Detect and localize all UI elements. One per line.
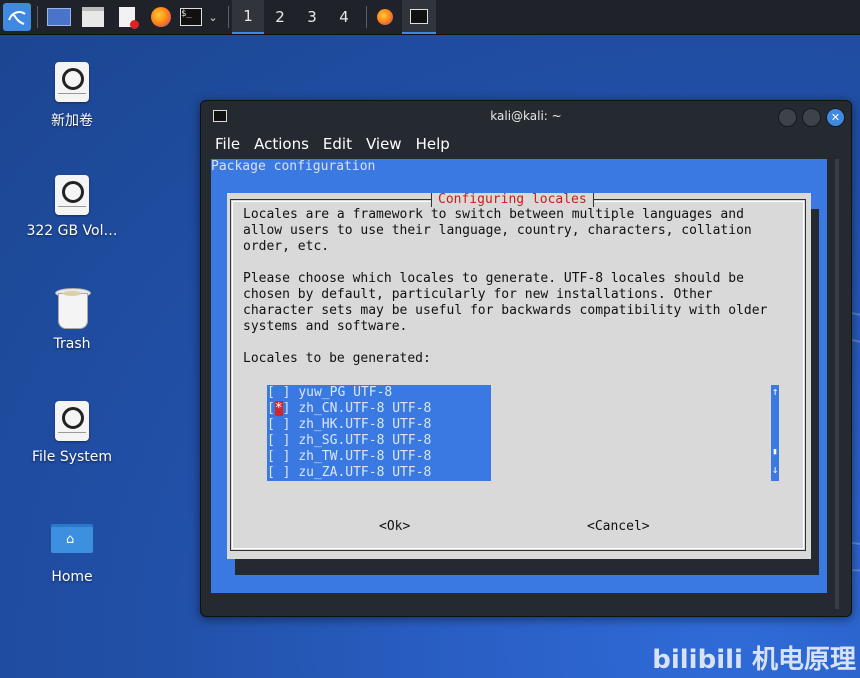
instruction-line: systems and software. xyxy=(243,319,408,334)
description-line: Locales are a framework to switch betwee… xyxy=(243,207,744,222)
desktop-item-label: 新加卷 xyxy=(51,113,93,129)
description-line: order, etc. xyxy=(243,239,330,254)
maximize-button[interactable] xyxy=(802,108,821,127)
locale-item[interactable]: [ ] zh_TW.UTF-8 UTF-8 xyxy=(267,449,491,465)
locale-name: yuw_PG UTF-8 xyxy=(298,385,393,400)
home-folder-icon: ⌂ xyxy=(51,524,93,553)
terminal-window: kali@kali: ~ ✕ File Actions Edit View He… xyxy=(200,100,852,617)
locale-list: [ ] yuw_PG UTF-8 [*] zh_CN.UTF-8 UTF-8 [… xyxy=(267,385,491,481)
chevron-down-icon[interactable]: ⌄ xyxy=(205,3,221,31)
text-editor-icon[interactable] xyxy=(113,3,141,31)
desktop-item-label: Home xyxy=(51,569,93,585)
menu-file[interactable]: File xyxy=(215,135,240,155)
instruction-line: chosen by default, particularly for new … xyxy=(243,287,713,302)
package-configuration-title: Package configuration xyxy=(211,159,376,174)
locale-item[interactable]: [ ] zh_SG.UTF-8 UTF-8 xyxy=(267,433,491,449)
watermark: bilibili 机电原理 xyxy=(652,645,856,675)
scroll-thumb[interactable]: ▮ xyxy=(771,447,779,457)
workspace-3[interactable]: 3 xyxy=(296,0,328,34)
close-button[interactable]: ✕ xyxy=(826,108,845,127)
locale-name: zh_TW.UTF-8 UTF-8 xyxy=(298,449,432,464)
list-scrollbar[interactable]: ↑ ▮ ↓ xyxy=(771,385,779,481)
dialog-title: Configuring locales xyxy=(431,193,594,207)
desktop-item-file-system[interactable]: File System xyxy=(17,401,127,465)
configuring-locales-dialog: Configuring locales Locales are a framew… xyxy=(227,193,811,559)
desktop-item-new-volume[interactable]: 新加卷 xyxy=(17,62,127,130)
checked-mark: * xyxy=(274,401,283,416)
firefox-task-icon[interactable] xyxy=(371,3,399,31)
terminal-scrollbar[interactable] xyxy=(835,159,839,609)
locale-item-selected[interactable]: [*] zh_CN.UTF-8 UTF-8 xyxy=(267,401,491,417)
desktop-item-label: 322 GB Vol… xyxy=(26,223,118,239)
taskbar: $_ ⌄ 1 2 3 4 xyxy=(0,0,860,35)
menu-view[interactable]: View xyxy=(366,135,402,155)
desktop-icon[interactable] xyxy=(45,3,73,31)
cancel-button[interactable]: <Cancel> xyxy=(587,519,650,534)
scroll-up-arrow-icon[interactable]: ↑ xyxy=(771,385,779,398)
scroll-down-arrow-icon[interactable]: ↓ xyxy=(771,463,779,476)
locale-item[interactable]: [ ] zh_HK.UTF-8 UTF-8 xyxy=(267,417,491,433)
locale-name: zh_SG.UTF-8 UTF-8 xyxy=(298,433,432,448)
window-title: kali@kali: ~ xyxy=(490,109,562,123)
minimize-button[interactable] xyxy=(778,108,797,127)
desktop-item-label: File System xyxy=(31,449,113,465)
desktop-item-label: Trash xyxy=(53,336,91,352)
menu-actions[interactable]: Actions xyxy=(254,135,309,155)
locale-name: zh_HK.UTF-8 UTF-8 xyxy=(298,417,432,432)
locale-item[interactable]: [ ] zu_ZA.UTF-8 UTF-8 xyxy=(267,465,491,481)
files-icon[interactable] xyxy=(79,3,107,31)
desktop-item-322gb-volume[interactable]: 322 GB Vol… xyxy=(17,175,127,239)
terminal-task-icon[interactable] xyxy=(402,0,436,34)
workspace-4[interactable]: 4 xyxy=(328,0,360,34)
drive-icon xyxy=(55,62,89,102)
locale-name: zu_ZA.UTF-8 UTF-8 xyxy=(298,465,432,480)
firefox-icon[interactable] xyxy=(147,3,175,31)
menu-bar: File Actions Edit View Help xyxy=(215,135,450,155)
trash-icon xyxy=(55,288,91,329)
desktop-item-trash[interactable]: Trash xyxy=(17,288,127,352)
whiptail-background: Package configuration Configuring locale… xyxy=(211,159,827,593)
list-label: Locales to be generated: xyxy=(243,351,431,366)
title-bar[interactable]: kali@kali: ~ ✕ xyxy=(201,101,851,131)
terminal-icon[interactable]: $_ xyxy=(178,3,204,31)
description-line: allow users to use their language, count… xyxy=(243,223,752,238)
locale-item[interactable]: [ ] yuw_PG UTF-8 xyxy=(267,385,491,401)
ok-button[interactable]: <Ok> xyxy=(379,519,410,534)
instruction-line: Please choose which locales to generate.… xyxy=(243,271,744,286)
workspace-1[interactable]: 1 xyxy=(232,0,264,34)
desktop-item-home[interactable]: ⌂ Home xyxy=(17,524,127,585)
drive-icon xyxy=(55,175,89,215)
menu-help[interactable]: Help xyxy=(416,135,450,155)
drive-icon xyxy=(55,401,89,441)
workspace-2[interactable]: 2 xyxy=(264,0,296,34)
terminal-area[interactable]: Package configuration Configuring locale… xyxy=(211,159,827,593)
locale-name: zh_CN.UTF-8 UTF-8 xyxy=(298,401,432,416)
menu-edit[interactable]: Edit xyxy=(323,135,352,155)
instruction-line: character sets may be useful for backwar… xyxy=(243,303,768,318)
kali-menu-icon[interactable] xyxy=(3,3,31,31)
